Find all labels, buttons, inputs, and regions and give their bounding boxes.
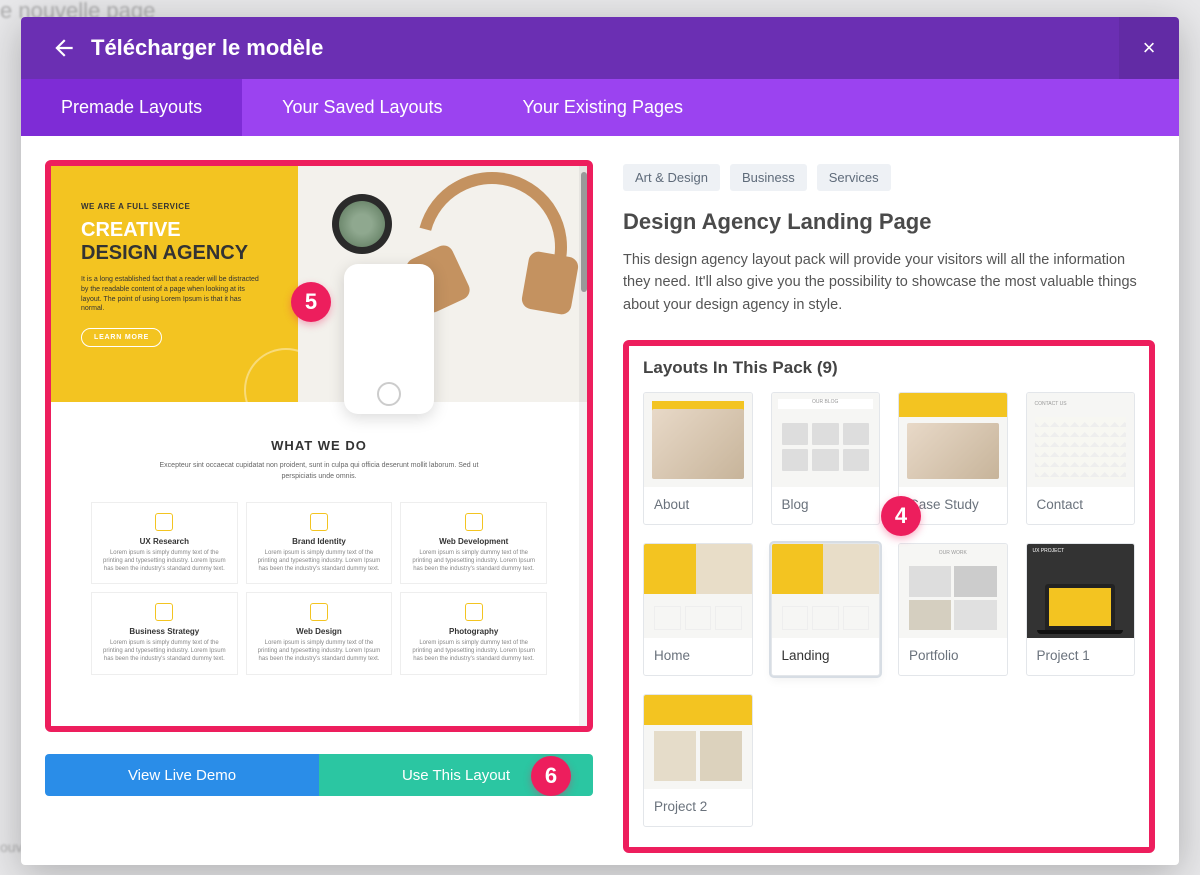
view-live-demo-button[interactable]: View Live Demo (45, 754, 319, 796)
tab-premade-layouts[interactable]: Premade Layouts (21, 79, 242, 136)
section-title: WHAT WE DO (91, 438, 547, 453)
hero-image (298, 166, 587, 402)
hero-title-top: CREATIVE (81, 219, 276, 242)
service-card: UX Research Lorem ipsum is simply dummy t… (91, 502, 238, 584)
pack-heading: Layouts In This Pack (9) (643, 358, 1135, 378)
hero-tagline: WE ARE A FULL SERVICE (81, 202, 276, 211)
service-text: Lorem ipsum is simply dummy text of the … (100, 550, 229, 573)
pack-card-label: Project 1 (1027, 638, 1135, 675)
pack-card-label: Portfolio (899, 638, 1007, 675)
pack-card-project-1[interactable]: UX PROJECT Project 1 (1026, 543, 1136, 676)
hero-title-bottom: DESIGN AGENCY (81, 242, 248, 264)
what-we-do-section: WHAT WE DO Excepteur sint occaecat cupid… (51, 402, 587, 502)
layout-description: This design agency layout pack will prov… (623, 249, 1155, 316)
annotation-badge-6: 6 (531, 756, 571, 796)
service-card: Photography Lorem ipsum is simply dummy t… (400, 592, 547, 674)
annotation-badge-5: 5 (291, 282, 331, 322)
pack-grid: About OUR BLOG Blog Case Study CONTACT U… (643, 392, 1135, 827)
section-subtitle: Excepteur sint occaecat cupidatat non pr… (149, 461, 489, 482)
hero-copy: It is a long established fact that a rea… (81, 275, 261, 314)
pack-card-home[interactable]: Home (643, 543, 753, 676)
tabs: Premade Layouts Your Saved Layouts Your … (21, 79, 1179, 136)
hero-left: WE ARE A FULL SERVICE CREATIVE DESIGN AG… (51, 166, 298, 402)
service-title: Photography (409, 627, 538, 636)
template-modal: Télécharger le modèle × Premade Layouts … (21, 17, 1179, 865)
left-column: WE ARE A FULL SERVICE CREATIVE DESIGN AG… (45, 160, 593, 841)
service-card: Web Development Lorem ipsum is simply dum… (400, 502, 547, 584)
phone-icon (344, 264, 434, 414)
layout-preview[interactable]: WE ARE A FULL SERVICE CREATIVE DESIGN AG… (45, 160, 593, 732)
pack-card-contact[interactable]: CONTACT US Contact (1026, 392, 1136, 525)
service-title: Web Design (255, 627, 384, 636)
service-card: Web Design Lorem ipsum is simply dummy te… (246, 592, 393, 674)
modal-body: WE ARE A FULL SERVICE CREATIVE DESIGN AG… (21, 136, 1179, 865)
service-title: Web Development (409, 537, 538, 546)
pack-card-label: About (644, 487, 752, 524)
service-text: Lorem ipsum is simply dummy text of the … (409, 550, 538, 573)
tab-saved-layouts[interactable]: Your Saved Layouts (242, 79, 482, 136)
plant-icon (332, 194, 394, 256)
service-text: Lorem ipsum is simply dummy text of the … (409, 640, 538, 663)
pack-card-project-2[interactable]: Project 2 (643, 694, 753, 827)
headphones-icon (417, 172, 577, 332)
category-tag[interactable]: Services (817, 164, 891, 191)
category-tag[interactable]: Art & Design (623, 164, 720, 191)
service-text: Lorem ipsum is simply dummy text of the … (100, 640, 229, 663)
category-tag[interactable]: Business (730, 164, 807, 191)
category-tags: Art & Design Business Services (623, 164, 1155, 191)
layouts-in-pack: Layouts In This Pack (9) About OUR BLOG … (623, 340, 1155, 853)
pack-card-landing[interactable]: Landing (771, 543, 881, 676)
service-title: Business Strategy (100, 627, 229, 636)
service-title: Brand Identity (255, 537, 384, 546)
service-text: Lorem ipsum is simply dummy text of the … (255, 640, 384, 663)
pack-card-blog[interactable]: OUR BLOG Blog (771, 392, 881, 525)
pack-card-about[interactable]: About (643, 392, 753, 525)
modal-title: Télécharger le modèle (91, 35, 1119, 61)
service-title: UX Research (100, 537, 229, 546)
close-icon[interactable]: × (1119, 17, 1179, 79)
service-text: Lorem ipsum is simply dummy text of the … (255, 550, 384, 573)
pack-card-label: Project 2 (644, 789, 752, 826)
layout-title: Design Agency Landing Page (623, 209, 1155, 235)
pack-card-label: Home (644, 638, 752, 675)
preview-scrollbar[interactable] (579, 166, 587, 726)
hero-cta: LEARN MORE (81, 328, 162, 347)
tab-existing-pages[interactable]: Your Existing Pages (483, 79, 723, 136)
action-buttons: View Live Demo Use This Layout 6 (45, 754, 593, 796)
pack-card-portfolio[interactable]: OUR WORK Portfolio (898, 543, 1008, 676)
modal-header: Télécharger le modèle × (21, 17, 1179, 79)
hero-title: CREATIVE DESIGN AGENCY (81, 219, 276, 265)
right-column: Art & Design Business Services Design Ag… (623, 160, 1155, 841)
service-card: Business Strategy Lorem ipsum is simply d… (91, 592, 238, 674)
pack-card-label: Blog (772, 487, 880, 524)
pack-card-label: Landing (772, 638, 880, 675)
services-grid: UX Research Lorem ipsum is simply dummy t… (51, 502, 587, 695)
back-icon[interactable] (51, 35, 77, 61)
pack-card-label: Contact (1027, 487, 1135, 524)
service-card: Brand Identity Lorem ipsum is simply dumm… (246, 502, 393, 584)
